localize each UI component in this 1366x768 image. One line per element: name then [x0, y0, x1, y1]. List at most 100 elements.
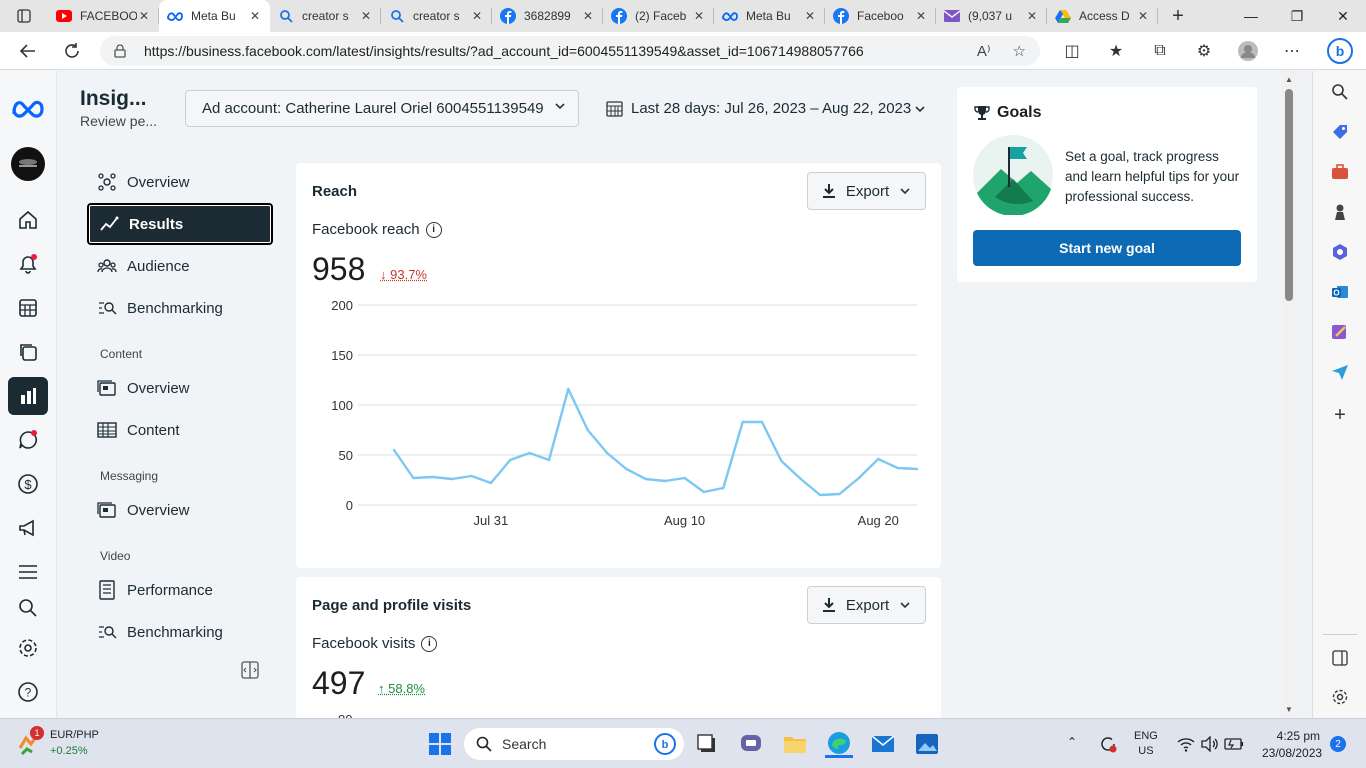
nav-video-benchmarking[interactable]: Benchmarking [87, 611, 273, 653]
windows-start-icon[interactable] [426, 730, 454, 758]
ads-icon[interactable] [8, 509, 48, 547]
close-tab-icon[interactable]: ✕ [692, 9, 706, 23]
notification-badge[interactable]: 2 [1330, 736, 1346, 752]
data-point [683, 476, 686, 480]
nav-content[interactable]: Content [87, 409, 273, 451]
date-range-picker[interactable]: Last 28 days: Jul 26, 2023 – Aug 22, 202… [606, 90, 936, 127]
notifications-icon[interactable] [8, 245, 48, 283]
browser-tab[interactable]: FACEBOO ✕ [48, 0, 159, 32]
nav-benchmarking[interactable]: Benchmarking [87, 287, 273, 329]
nav-messaging-overview[interactable]: Overview [87, 489, 273, 531]
settings-icon[interactable] [8, 629, 48, 667]
nav-audience[interactable]: Audience [87, 245, 273, 287]
info-icon[interactable]: i [421, 635, 438, 652]
stock-widget-icon[interactable]: 1 [18, 726, 44, 756]
browser-tab[interactable]: creator s ✕ [381, 0, 492, 32]
collapse-sidebar-icon[interactable] [241, 661, 259, 679]
browser-tab[interactable]: Meta Bu ✕ [714, 0, 825, 32]
scroll-up-icon[interactable]: ▲ [1285, 75, 1293, 84]
close-tab-icon[interactable]: ✕ [1025, 9, 1039, 23]
nav-overview[interactable]: Overview [87, 161, 273, 203]
export-button[interactable]: Export [807, 586, 926, 624]
content-icon[interactable] [8, 333, 48, 371]
browser-tab[interactable]: (2) Faceb ✕ [603, 0, 714, 32]
collections-icon[interactable]: ⧉ [1138, 32, 1182, 70]
close-tab-icon[interactable]: ✕ [137, 9, 151, 23]
file-explorer-icon[interactable] [781, 730, 809, 758]
search-icon[interactable] [8, 589, 48, 627]
home-icon[interactable] [8, 201, 48, 239]
tools-icon[interactable] [1328, 160, 1352, 184]
insights-icon[interactable] [8, 377, 48, 415]
teams-chat-icon[interactable] [737, 730, 765, 758]
battery-icon[interactable] [1220, 730, 1248, 758]
menu-icon[interactable] [8, 553, 48, 591]
date-range-label: Last 28 days: Jul 26, 2023 – Aug 22, 202… [631, 100, 912, 117]
close-tab-icon[interactable]: ✕ [470, 9, 484, 23]
start-new-goal-button[interactable]: Start new goal [973, 230, 1241, 266]
designer-icon[interactable] [1328, 320, 1352, 344]
planner-icon[interactable] [8, 289, 48, 327]
nav-content-overview[interactable]: Overview [87, 367, 273, 409]
sidebar-search-icon[interactable] [1328, 80, 1352, 104]
ad-account-dropdown[interactable]: Ad account: Catherine Laurel Oriel 60045… [185, 90, 579, 127]
monetization-icon[interactable]: $ [8, 465, 48, 503]
scroll-thumb[interactable] [1285, 89, 1293, 301]
help-icon[interactable]: ? [8, 673, 48, 711]
tab-actions-icon[interactable] [0, 0, 48, 32]
close-tab-icon[interactable]: ✕ [359, 9, 373, 23]
new-tab-button[interactable]: + [1158, 0, 1198, 32]
clock[interactable]: 4:25 pm 23/08/2023 [1262, 729, 1322, 760]
close-tab-icon[interactable]: ✕ [914, 9, 928, 23]
task-view-icon[interactable] [693, 730, 721, 758]
page-avatar[interactable] [8, 145, 48, 183]
favorites-icon[interactable]: ★ [1094, 32, 1138, 70]
refresh-button[interactable] [50, 32, 94, 70]
browser-tab[interactable]: creator s ✕ [270, 0, 381, 32]
browser-tab[interactable]: Faceboo ✕ [825, 0, 936, 32]
favorite-star-icon[interactable]: ☆ [1013, 42, 1026, 60]
read-aloud-icon[interactable]: A⁾ [977, 42, 991, 60]
mail-app-icon[interactable] [869, 730, 897, 758]
games-icon[interactable] [1328, 200, 1352, 224]
outlook-icon[interactable]: O [1328, 280, 1352, 304]
send-icon[interactable] [1328, 360, 1352, 384]
edge-browser-icon[interactable] [825, 730, 853, 758]
split-screen-icon[interactable]: ◫ [1050, 32, 1094, 70]
close-tab-icon[interactable]: ✕ [1136, 9, 1150, 23]
meta-logo-icon[interactable] [8, 89, 48, 127]
page-scrollbar[interactable]: ▲ ▼ [1282, 71, 1296, 718]
close-tab-icon[interactable]: ✕ [581, 9, 595, 23]
add-sidebar-app-icon[interactable]: + [1328, 403, 1352, 427]
restore-button[interactable]: ❐ [1274, 0, 1320, 32]
taskbar-search[interactable]: Search b [464, 728, 684, 760]
extensions-icon[interactable]: ⚙ [1182, 32, 1226, 70]
photos-app-icon[interactable] [913, 730, 941, 758]
minimize-button[interactable]: — [1228, 0, 1274, 32]
inbox-icon[interactable] [8, 421, 48, 459]
nav-video-performance[interactable]: Performance [87, 569, 273, 611]
close-window-button[interactable]: ✕ [1320, 0, 1366, 32]
microsoft-365-icon[interactable] [1328, 240, 1352, 264]
close-tab-icon[interactable]: ✕ [803, 9, 817, 23]
profile-avatar[interactable] [1226, 32, 1270, 70]
browser-tab[interactable]: 3682899 ✕ [492, 0, 603, 32]
language-indicator[interactable]: ENG US [1134, 730, 1158, 757]
bing-copilot-icon[interactable]: b [1314, 32, 1366, 70]
show-hidden-icons[interactable]: ⌃ [1067, 735, 1077, 749]
url-field[interactable]: https://business.facebook.com/latest/ins… [100, 36, 1040, 66]
export-button[interactable]: Export [807, 172, 926, 210]
shopping-tag-icon[interactable] [1328, 120, 1352, 144]
scroll-down-icon[interactable]: ▼ [1285, 705, 1293, 714]
more-menu-icon[interactable]: ⋯ [1270, 32, 1314, 70]
browser-tab[interactable]: Access D ✕ [1047, 0, 1158, 32]
back-button[interactable] [6, 32, 50, 70]
hide-sidebar-icon[interactable] [1328, 646, 1352, 670]
browser-tab[interactable]: Meta Bu ✕ [159, 0, 270, 32]
nav-results[interactable]: Results [87, 203, 273, 245]
sync-alert-icon[interactable] [1094, 730, 1122, 758]
browser-tab[interactable]: (9,037 u ✕ [936, 0, 1047, 32]
info-icon[interactable]: i [425, 221, 442, 238]
sidebar-settings-icon[interactable] [1328, 685, 1352, 709]
close-tab-icon[interactable]: ✕ [248, 9, 262, 23]
